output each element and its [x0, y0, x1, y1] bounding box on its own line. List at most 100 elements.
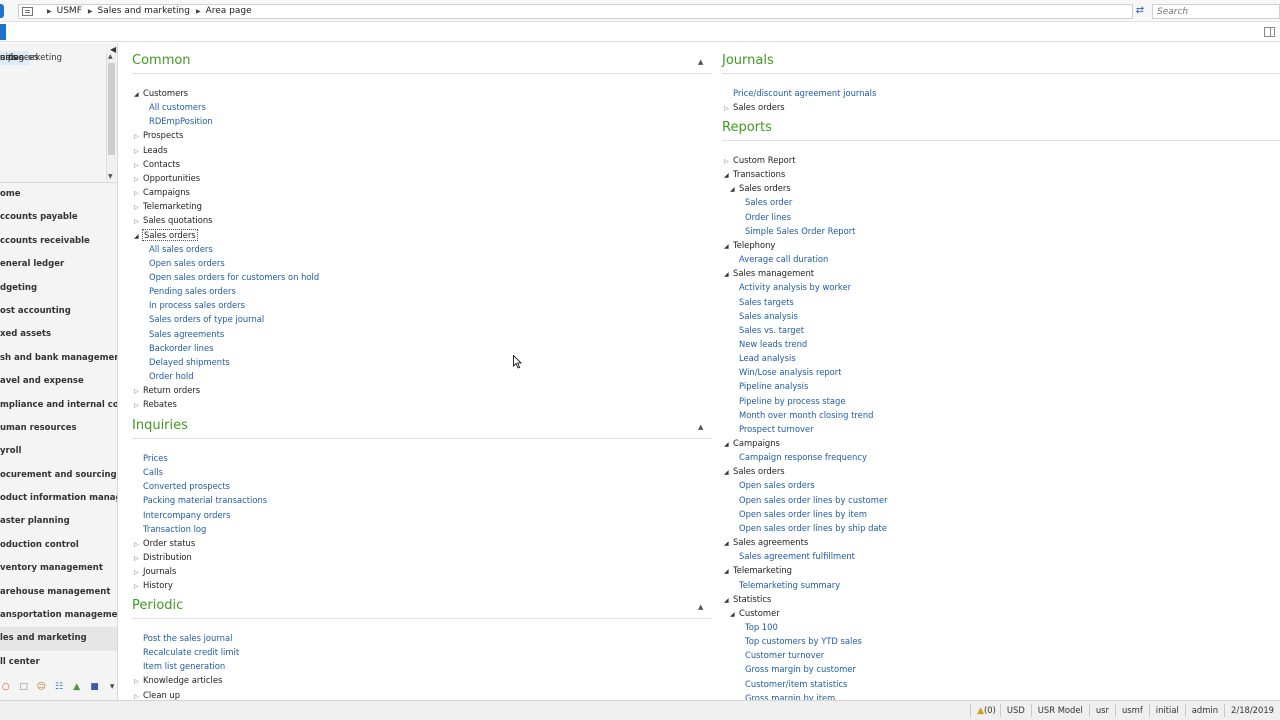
collapsed-arrow-icon[interactable]: ▷ [134, 160, 143, 172]
menu-link[interactable]: Item list generation [134, 660, 225, 672]
menu-group[interactable]: ▷ Opportunities [134, 172, 200, 186]
menu-link[interactable]: Open sales orders [140, 257, 225, 269]
menu-link[interactable]: Converted prospects [134, 480, 230, 492]
menu-group[interactable]: ▷ Campaigns [134, 186, 190, 200]
collapsed-arrow-icon[interactable]: ▷ [134, 216, 143, 228]
more-icon[interactable]: ▾ [106, 682, 117, 693]
menu-link[interactable]: Sales agreements [140, 328, 224, 340]
menu-link[interactable]: Pipeline by process stage [730, 395, 845, 407]
menu-link[interactable]: Sales analysis [730, 310, 798, 322]
menu-group[interactable]: ▷ Prospects [134, 129, 183, 143]
collapse-section-icon[interactable]: ▲ [698, 423, 703, 431]
menu-group[interactable]: ◢ Customers [134, 87, 188, 101]
module-item[interactable]: ost accounting [0, 300, 117, 323]
expanded-arrow-icon[interactable]: ◢ [730, 609, 739, 621]
menu-group[interactable]: ▷ Distribution [134, 551, 192, 565]
menu-group[interactable]: ◢ Sales orders [134, 228, 198, 243]
menu-group[interactable]: ▷ Knowledge articles [134, 674, 222, 688]
menu-link[interactable]: Recalculate credit limit [134, 646, 239, 658]
menu-link[interactable]: Sales targets [730, 296, 794, 308]
menu-group[interactable]: ▷ Journals [134, 565, 176, 579]
menu-link[interactable]: In process sales orders [140, 299, 245, 311]
menu-link[interactable]: Win/Lose analysis report [730, 366, 842, 378]
menu-link[interactable]: Top 100 [736, 621, 778, 633]
menu-group[interactable]: ◢ Sales orders [730, 182, 791, 196]
file-tab[interactable] [0, 24, 6, 40]
people-icon[interactable]: ☺ [35, 682, 47, 693]
menu-link[interactable]: RDEmpPosition [140, 115, 213, 127]
menu-link[interactable]: Customer/item statistics [736, 678, 847, 690]
menu-link[interactable]: Pending sales orders [140, 285, 236, 297]
menu-link[interactable]: Transaction log [134, 523, 206, 535]
collapsed-arrow-icon[interactable]: ▷ [134, 553, 143, 565]
scroll-up-icon[interactable]: ▲ [108, 53, 113, 60]
menu-group[interactable]: ▷ Rebates [134, 398, 177, 412]
collapsed-arrow-icon[interactable]: ▷ [724, 156, 733, 168]
expanded-arrow-icon[interactable]: ◢ [724, 170, 733, 182]
collapsed-arrow-icon[interactable]: ▷ [134, 188, 143, 200]
menu-link[interactable]: Campaign response frequency [730, 451, 867, 463]
expanded-arrow-icon[interactable]: ◢ [134, 231, 143, 243]
expanded-arrow-icon[interactable]: ◢ [724, 439, 733, 451]
module-item[interactable]: xed assets [0, 323, 117, 346]
collapsed-arrow-icon[interactable]: ▷ [134, 539, 143, 551]
menu-group[interactable]: ▷ Leads [134, 144, 167, 158]
menu-link[interactable]: Prices [134, 452, 168, 464]
menu-group[interactable]: ◢ Sales agreements [724, 536, 808, 550]
module-item[interactable]: ccounts receivable [0, 230, 117, 253]
app-grid-icon[interactable] [22, 7, 33, 16]
collapsed-arrow-icon[interactable]: ▷ [134, 386, 143, 398]
menu-link[interactable]: Sales vs. target [730, 324, 804, 336]
menu-group[interactable]: ◢ Sales orders [724, 465, 785, 479]
menu-link[interactable]: Activity analysis by worker [730, 281, 851, 293]
breadcrumb-item-module[interactable]: Sales and marketing [98, 6, 190, 16]
menu-link[interactable]: Top customers by YTD sales [736, 635, 862, 647]
collapsed-arrow-icon[interactable]: ▷ [134, 567, 143, 579]
module-item[interactable]: yroll [0, 440, 117, 463]
section-title-reports[interactable]: Reports [722, 120, 772, 140]
menu-link[interactable]: Backorder lines [140, 342, 214, 354]
menu-group[interactable]: ▷ History [134, 579, 173, 593]
back-tab-edge[interactable] [0, 4, 4, 18]
menu-link[interactable]: Open sales order lines by ship date [730, 522, 887, 534]
menu-group[interactable]: ◢ Campaigns [724, 437, 780, 451]
expanded-arrow-icon[interactable]: ◢ [724, 241, 733, 253]
module-item[interactable]: ll center [0, 651, 117, 674]
menu-group[interactable]: ▷ Telemarketing [134, 200, 202, 214]
favorites-item[interactable]: orts [0, 51, 16, 65]
section-title-journals[interactable]: Journals [722, 53, 774, 73]
menu-link[interactable]: Open sales orders for customers on hold [140, 271, 319, 283]
menu-link[interactable]: Packing material transactions [134, 494, 267, 506]
menu-group[interactable]: ◢ Customer [730, 607, 780, 621]
collapsed-arrow-icon[interactable]: ▷ [134, 676, 143, 688]
dashboard-icon[interactable]: ○ [0, 682, 12, 693]
module-item[interactable]: aster planning [0, 510, 117, 533]
menu-link[interactable]: Delayed shipments [140, 356, 230, 368]
notifications[interactable]: ▲(0) [970, 704, 1000, 717]
module-item[interactable]: ocurement and sourcing [0, 464, 117, 487]
menu-link[interactable]: Sales orders of type journal [140, 313, 264, 325]
section-title-inquiries[interactable]: Inquiries [132, 418, 188, 438]
collapsed-arrow-icon[interactable]: ▷ [134, 202, 143, 214]
flag-icon[interactable]: ■ [89, 682, 101, 693]
menu-link[interactable]: Price/discount agreement journals [724, 87, 876, 99]
status-date[interactable]: 2/18/2019 [1224, 704, 1280, 717]
expanded-arrow-icon[interactable]: ◢ [724, 595, 733, 607]
breadcrumb-item-page[interactable]: Area page [206, 6, 252, 16]
module-item[interactable]: dgeting [0, 277, 117, 300]
module-item[interactable]: avel and expense [0, 370, 117, 393]
layout-toggle-icon[interactable] [1264, 27, 1275, 37]
module-item[interactable]: ansportation management [0, 604, 117, 627]
section-title-common[interactable]: Common [132, 53, 191, 73]
menu-link[interactable]: Order lines [736, 211, 791, 223]
menu-group[interactable]: ▷ Custom Report [724, 154, 796, 168]
refresh-icon[interactable]: ⇄ [1133, 4, 1147, 19]
menu-link[interactable]: Month over month closing trend [730, 409, 873, 421]
chart-icon[interactable]: ▲ [71, 682, 83, 693]
module-item[interactable]: ome [0, 183, 117, 206]
status-partition[interactable]: initial [1148, 704, 1185, 717]
status-admin[interactable]: admin [1184, 704, 1224, 717]
menu-link[interactable]: Intercompany orders [134, 509, 230, 521]
collapsed-arrow-icon[interactable]: ▷ [134, 146, 143, 158]
expanded-arrow-icon[interactable]: ◢ [730, 184, 739, 196]
